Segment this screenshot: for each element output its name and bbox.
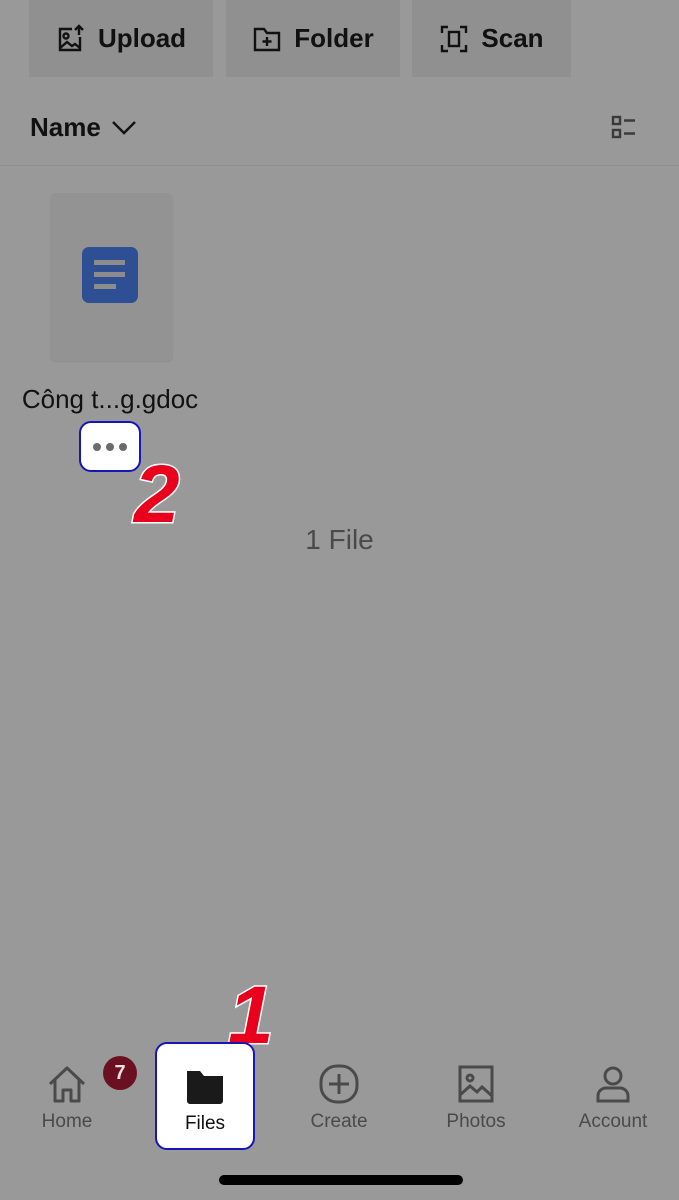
tab-account[interactable]: Account xyxy=(563,1042,663,1148)
sort-by-name-button[interactable]: Name xyxy=(30,112,137,143)
file-name[interactable]: Công t...g.gdoc xyxy=(0,384,220,415)
tab-label: Files xyxy=(184,1113,226,1134)
tab-label: Photos xyxy=(446,1111,506,1132)
tab-files[interactable]: Files xyxy=(155,1042,255,1150)
more-dot-icon xyxy=(119,442,127,451)
tab-label: Home xyxy=(41,1111,93,1132)
scan-icon xyxy=(441,25,468,52)
more-dot-icon xyxy=(93,442,101,451)
photo-icon xyxy=(458,1065,494,1103)
scan-label: Scan xyxy=(481,23,544,53)
plus-circle-icon xyxy=(319,1064,359,1104)
chevron-down-icon xyxy=(111,120,136,135)
notification-badge: 7 xyxy=(103,1056,137,1090)
scan-button[interactable]: Scan xyxy=(412,0,571,77)
tab-create[interactable]: Create xyxy=(289,1042,389,1148)
folder-icon xyxy=(187,1071,223,1104)
upload-button[interactable]: Upload xyxy=(29,0,213,77)
new-folder-button[interactable]: Folder xyxy=(226,0,400,77)
bottom-tab-bar: 7 Home Files Create Photos Account xyxy=(0,1040,679,1150)
tab-photos[interactable]: Photos xyxy=(426,1042,526,1148)
home-icon xyxy=(48,1066,86,1103)
tab-label: Account xyxy=(578,1111,648,1132)
upload-photo-icon xyxy=(58,23,84,51)
add-folder-icon xyxy=(254,27,281,51)
more-dot-icon xyxy=(106,442,114,451)
tab-home[interactable]: 7 Home xyxy=(17,1042,137,1148)
list-view-toggle-icon[interactable] xyxy=(608,112,640,144)
home-indicator[interactable] xyxy=(219,1175,463,1185)
file-thumbnail[interactable] xyxy=(50,193,173,361)
sort-label: Name xyxy=(30,112,101,142)
file-more-options-button[interactable] xyxy=(79,421,141,472)
upload-label: Upload xyxy=(97,23,187,53)
sort-bar: Name xyxy=(0,100,679,166)
google-doc-icon xyxy=(82,247,138,303)
tab-label: Create xyxy=(310,1111,368,1132)
file-count: 1 File xyxy=(305,524,374,555)
person-icon xyxy=(596,1066,630,1103)
folder-label: Folder xyxy=(294,23,374,53)
